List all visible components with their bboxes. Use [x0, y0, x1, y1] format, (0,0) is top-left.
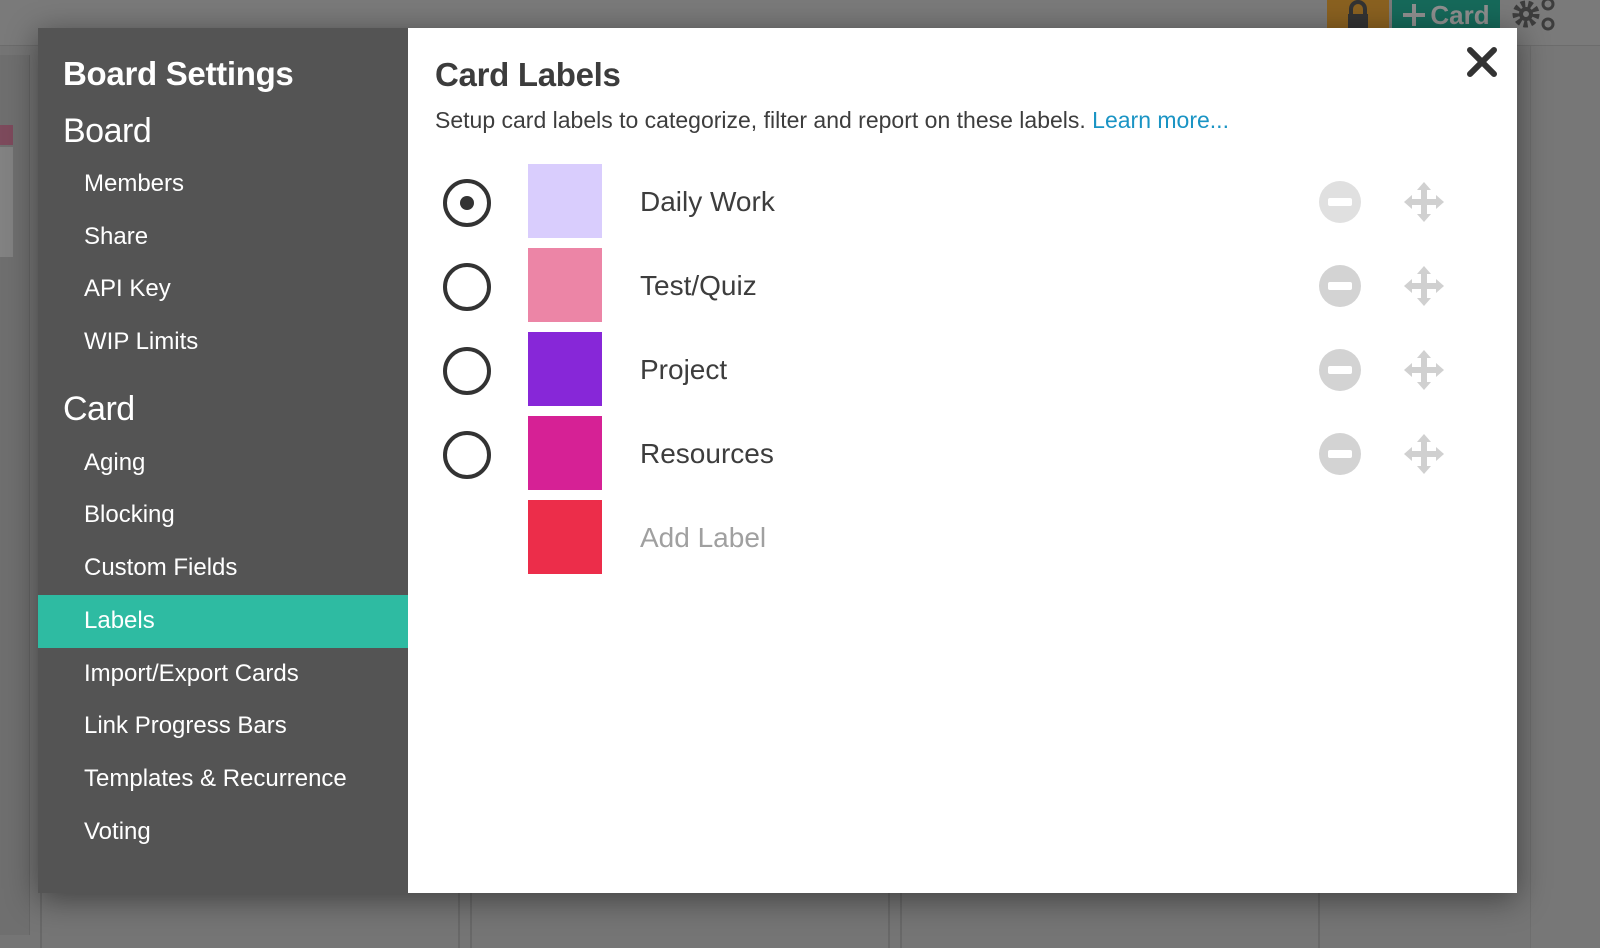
board-column-divider — [458, 893, 460, 948]
close-icon[interactable] — [1464, 44, 1500, 80]
sidebar-item-voting[interactable]: Voting — [38, 806, 408, 859]
lock-button[interactable] — [1327, 0, 1389, 30]
board-column-right — [1530, 46, 1600, 948]
label-color-swatch[interactable] — [528, 332, 602, 406]
label-row: Project — [435, 332, 1517, 416]
learn-more-link[interactable]: Learn more... — [1092, 107, 1229, 133]
label-name[interactable]: Project — [640, 332, 727, 408]
description-text: Setup card labels to categorize, filter … — [435, 107, 1086, 133]
move-icon[interactable] — [1402, 348, 1446, 392]
board-column-divider — [40, 893, 42, 948]
sidebar-item-api-key[interactable]: API Key — [38, 263, 408, 316]
label-color-swatch[interactable] — [528, 164, 602, 238]
add-card-label: Card — [1430, 0, 1490, 30]
label-color-swatch[interactable] — [528, 248, 602, 322]
move-icon[interactable] — [1402, 432, 1446, 476]
sidebar-item-aging[interactable]: Aging — [38, 437, 408, 490]
add-label-input[interactable]: Add Label — [640, 500, 766, 576]
card-chip — [0, 147, 13, 257]
default-label-radio[interactable] — [443, 431, 491, 479]
default-label-radio[interactable] — [443, 347, 491, 395]
settings-sidebar: Board Settings Board Members Share API K… — [38, 28, 408, 893]
label-name[interactable]: Resources — [640, 416, 774, 492]
board-column-divider — [888, 893, 890, 948]
card-labels-panel: Card Labels Setup card labels to categor… — [408, 28, 1517, 893]
sidebar-title: Board Settings — [63, 55, 294, 92]
new-label-row: Add Label — [435, 500, 1517, 584]
label-name[interactable]: Test/Quiz — [640, 248, 757, 324]
new-label-color-swatch[interactable] — [528, 500, 602, 574]
sidebar-section-card: Card — [63, 389, 135, 428]
card-chip — [0, 125, 13, 145]
sidebar-item-link-progress-bars[interactable]: Link Progress Bars — [38, 700, 408, 753]
board-column-divider — [1318, 893, 1320, 948]
radio-selected-dot — [460, 196, 474, 210]
sidebar-section-board: Board — [63, 112, 152, 150]
label-color-swatch[interactable] — [528, 416, 602, 490]
default-label-radio[interactable] — [443, 179, 491, 227]
remove-label-button[interactable] — [1319, 349, 1361, 391]
page-title: Card Labels — [435, 56, 621, 93]
remove-label-button[interactable] — [1319, 433, 1361, 475]
sidebar-item-custom-fields[interactable]: Custom Fields — [38, 542, 408, 595]
label-row: Daily Work — [435, 164, 1517, 248]
gears-icon[interactable] — [1510, 0, 1560, 34]
labels-list: Daily Work Test/Quiz Project Resources A… — [435, 164, 1517, 584]
add-card-button[interactable]: Card — [1392, 0, 1500, 30]
sidebar-item-members[interactable]: Members — [38, 158, 408, 211]
sidebar-item-blocking[interactable]: Blocking — [38, 489, 408, 542]
remove-label-button[interactable] — [1319, 181, 1361, 223]
board-column-divider — [900, 893, 902, 948]
sidebar-item-labels[interactable]: Labels — [38, 594, 408, 648]
sidebar-item-templates-recurrence[interactable]: Templates & Recurrence — [38, 753, 408, 806]
sidebar-item-import-export-cards[interactable]: Import/Export Cards — [38, 648, 408, 701]
board-column-divider — [470, 893, 472, 948]
label-name[interactable]: Daily Work — [640, 164, 775, 240]
lock-icon — [1348, 0, 1368, 30]
board-column-left — [0, 55, 30, 935]
label-row: Test/Quiz — [435, 248, 1517, 332]
move-icon[interactable] — [1402, 180, 1446, 224]
sidebar-item-share[interactable]: Share — [38, 211, 408, 264]
board-settings-modal: Board Settings Board Members Share API K… — [38, 28, 1517, 893]
sidebar-item-wip-limits[interactable]: WIP Limits — [38, 316, 408, 369]
remove-label-button[interactable] — [1319, 265, 1361, 307]
plus-icon — [1403, 4, 1426, 26]
move-icon[interactable] — [1402, 264, 1446, 308]
page-description: Setup card labels to categorize, filter … — [435, 100, 1517, 140]
default-label-radio[interactable] — [443, 263, 491, 311]
label-row: Resources — [435, 416, 1517, 500]
